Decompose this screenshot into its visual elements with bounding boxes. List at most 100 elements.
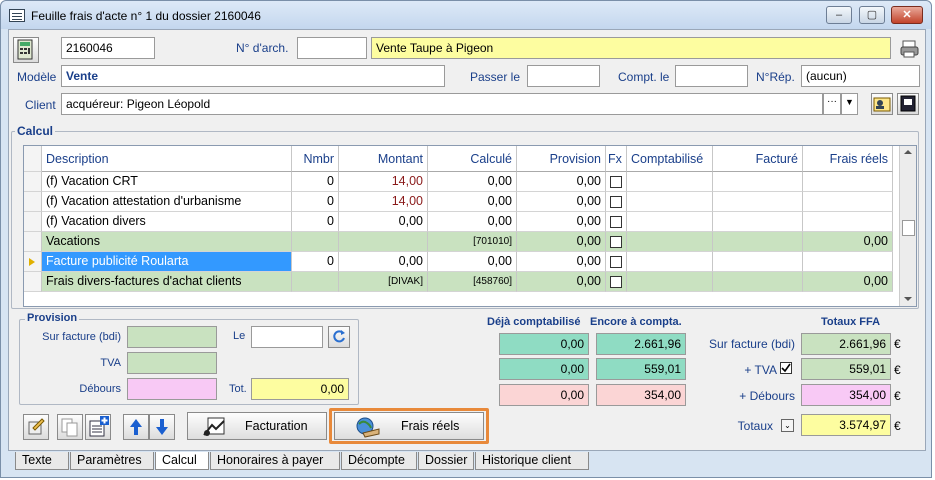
cell-frais-reels[interactable]: 0,00: [803, 272, 893, 292]
cell-calcule[interactable]: 0,00: [428, 192, 517, 212]
cell-nmbr[interactable]: 0: [292, 172, 339, 192]
printer-icon[interactable]: [899, 39, 921, 59]
sur-facture-field[interactable]: [127, 326, 217, 348]
cell-provision[interactable]: 0,00: [517, 252, 606, 272]
fx-checkbox[interactable]: [610, 256, 622, 268]
passer-field[interactable]: [527, 65, 600, 87]
cell-description[interactable]: Vacations: [42, 232, 292, 252]
cell-nmbr[interactable]: 0: [292, 252, 339, 272]
maximize-button[interactable]: ▢: [859, 6, 885, 24]
le-field[interactable]: [251, 326, 323, 348]
cell-calcule[interactable]: 0,00: [428, 172, 517, 192]
cell-comptabilise[interactable]: [627, 212, 713, 232]
col-provision[interactable]: Provision: [517, 146, 606, 172]
cell-facture[interactable]: [713, 272, 803, 292]
cell-fx[interactable]: [606, 272, 627, 292]
cell-description[interactable]: (f) Vacation divers: [42, 212, 292, 232]
fx-checkbox[interactable]: [610, 216, 622, 228]
cell-montant[interactable]: [DIVAK]: [339, 272, 428, 292]
cell-nmbr[interactable]: [292, 272, 339, 292]
client-field[interactable]: acquéreur: Pigeon Léopold: [61, 93, 823, 115]
tab-parametres[interactable]: Paramètres: [70, 452, 154, 470]
table-row[interactable]: Vacations [701010] 0,00 0,00: [24, 232, 898, 252]
cell-frais-reels[interactable]: [803, 172, 893, 192]
archive-field[interactable]: [297, 37, 367, 59]
col-description[interactable]: Description: [42, 146, 292, 172]
table-row[interactable]: (f) Vacation CRT 0 14,00 0,00 0,00: [24, 172, 898, 192]
nrep-field[interactable]: (aucun): [801, 65, 920, 87]
row-indicator[interactable]: [24, 192, 42, 212]
debours-field[interactable]: [127, 378, 217, 400]
cell-nmbr[interactable]: 0: [292, 192, 339, 212]
cell-montant[interactable]: 14,00: [339, 172, 428, 192]
cell-fx[interactable]: [606, 252, 627, 272]
fx-checkbox[interactable]: [610, 236, 622, 248]
refresh-icon[interactable]: [328, 326, 350, 348]
tab-decompte[interactable]: Décompte: [341, 452, 417, 470]
compt-field[interactable]: [675, 65, 748, 87]
cell-facture[interactable]: [713, 252, 803, 272]
cell-montant[interactable]: [339, 232, 428, 252]
cell-description[interactable]: (f) Vacation attestation d'urbanisme: [42, 192, 292, 212]
cell-provision[interactable]: 0,00: [517, 232, 606, 252]
collapse-icon[interactable]: ⌄: [781, 419, 794, 432]
edit-icon[interactable]: [23, 414, 49, 440]
row-indicator[interactable]: [24, 232, 42, 252]
cell-frais-reels[interactable]: [803, 252, 893, 272]
move-down-icon[interactable]: [149, 414, 175, 440]
scroll-up-icon[interactable]: [904, 150, 912, 154]
cell-frais-reels[interactable]: [803, 212, 893, 232]
client-dropdown-button[interactable]: ▼: [841, 93, 858, 115]
dossier-number-field[interactable]: 2160046: [61, 37, 155, 59]
cell-frais-reels[interactable]: 0,00: [803, 232, 893, 252]
scroll-thumb[interactable]: [902, 220, 915, 236]
cell-montant[interactable]: 0,00: [339, 212, 428, 232]
cell-montant[interactable]: 14,00: [339, 192, 428, 212]
client-card-icon[interactable]: [871, 93, 893, 115]
cell-comptabilise[interactable]: [627, 232, 713, 252]
cell-description[interactable]: Facture publicité Roularta: [42, 252, 292, 272]
cell-facture[interactable]: [713, 192, 803, 212]
copy-icon[interactable]: [57, 414, 83, 440]
col-fx[interactable]: Fx: [606, 146, 627, 172]
add-row-icon[interactable]: [85, 414, 111, 440]
table-row[interactable]: (f) Vacation divers 0 0,00 0,00 0,00: [24, 212, 898, 232]
table-row[interactable]: Frais divers-factures d'achat clients [DI…: [24, 272, 898, 292]
col-calcule[interactable]: Calculé: [428, 146, 517, 172]
fx-checkbox[interactable]: [610, 176, 622, 188]
calculator-icon[interactable]: [13, 37, 39, 63]
row-indicator[interactable]: [24, 172, 42, 192]
tab-calcul[interactable]: Calcul: [155, 452, 209, 470]
cell-fx[interactable]: [606, 212, 627, 232]
cell-comptabilise[interactable]: [627, 192, 713, 212]
facturation-button[interactable]: Facturation: [187, 412, 327, 440]
tab-texte[interactable]: Texte: [15, 452, 69, 470]
row-indicator[interactable]: [24, 252, 42, 272]
client-info-icon[interactable]: [897, 93, 919, 115]
scroll-down-icon[interactable]: [904, 297, 912, 301]
close-button[interactable]: ✕: [891, 6, 923, 24]
cell-facture[interactable]: [713, 172, 803, 192]
cell-fx[interactable]: [606, 172, 627, 192]
cell-provision[interactable]: 0,00: [517, 172, 606, 192]
grid-scrollbar[interactable]: [899, 146, 916, 306]
tab-honoraires[interactable]: Honoraires à payer: [210, 452, 340, 470]
cell-fx[interactable]: [606, 232, 627, 252]
cell-frais-reels[interactable]: [803, 192, 893, 212]
tab-historique-client[interactable]: Historique client: [475, 452, 589, 470]
col-comptabilise[interactable]: Comptabilisé: [627, 146, 713, 172]
cell-calcule[interactable]: [701010]: [428, 232, 517, 252]
cell-provision[interactable]: 0,00: [517, 212, 606, 232]
cell-description[interactable]: Frais divers-factures d'achat clients: [42, 272, 292, 292]
modele-field[interactable]: Vente: [61, 65, 445, 87]
cell-facture[interactable]: [713, 232, 803, 252]
cell-nmbr[interactable]: [292, 232, 339, 252]
col-facture[interactable]: Facturé: [713, 146, 803, 172]
row-indicator[interactable]: [24, 212, 42, 232]
cell-fx[interactable]: [606, 192, 627, 212]
tot-field[interactable]: 0,00: [251, 378, 349, 400]
col-frais-reels[interactable]: Frais réels: [803, 146, 893, 172]
table-row[interactable]: Facture publicité Roularta 0 0,00 0,00 0,00: [24, 252, 898, 272]
minimize-button[interactable]: –: [826, 6, 852, 24]
col-montant[interactable]: Montant: [339, 146, 428, 172]
